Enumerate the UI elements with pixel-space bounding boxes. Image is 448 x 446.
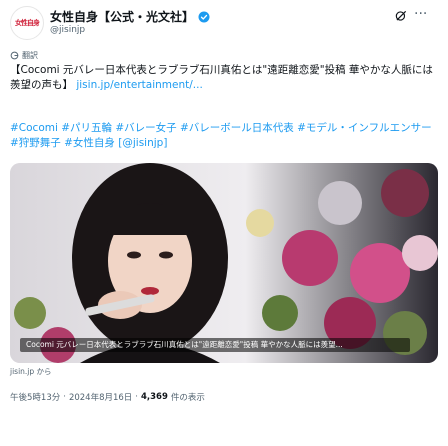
post-date[interactable]: 2024年8月16日 [69, 391, 132, 403]
post-text-main: 【Cocomi 元バレー日本代表とラブラブ石川真佑とは"遠距離恋愛"投稿 華やか… [10, 64, 433, 91]
post-meta: 午後5時13分 · 2024年8月16日 · 4,369 件の表示 [10, 391, 205, 403]
views-label: 件の表示 [170, 393, 205, 403]
handle[interactable]: @jisinjp [50, 25, 85, 35]
post-text: 【Cocomi 元バレー日本代表とラブラブ石川真佑とは"遠距離恋愛"投稿 華やか… [10, 63, 438, 93]
tweet-header: 女性自身 女性自身【公式・光文社】 @jisinjp ··· [0, 0, 448, 44]
display-name[interactable]: 女性自身【公式・光文社】 [50, 8, 194, 25]
name-row: 女性自身【公式・光文社】 [50, 8, 210, 25]
more-options-icon[interactable]: ··· [414, 7, 427, 21]
translate-icon [10, 51, 19, 60]
grok-icon[interactable] [394, 9, 408, 23]
media-image [10, 163, 438, 363]
views-count: 4,369 [141, 392, 168, 402]
verified-badge-icon [198, 11, 210, 22]
media-caption: Cocomi 元バレー日本代表とラブラブ石川真佑とは"遠距離恋愛"投稿 華やかな… [20, 338, 410, 352]
media-source[interactable]: jisin.jp から [10, 366, 52, 377]
translate-label: 翻訳 [22, 51, 38, 60]
post-hashtags[interactable]: #Cocomi #パリ五輪 #バレー女子 #バレーボール日本代表 #モデル・イン… [10, 121, 438, 151]
post-time[interactable]: 午後5時13分 [10, 391, 60, 403]
translate-post-button[interactable]: 翻訳 [10, 50, 38, 61]
post-link[interactable]: jisin.jp/entertainment/... [76, 79, 202, 91]
post-media-card[interactable] [10, 163, 438, 363]
avatar[interactable]: 女性自身 [10, 6, 44, 40]
